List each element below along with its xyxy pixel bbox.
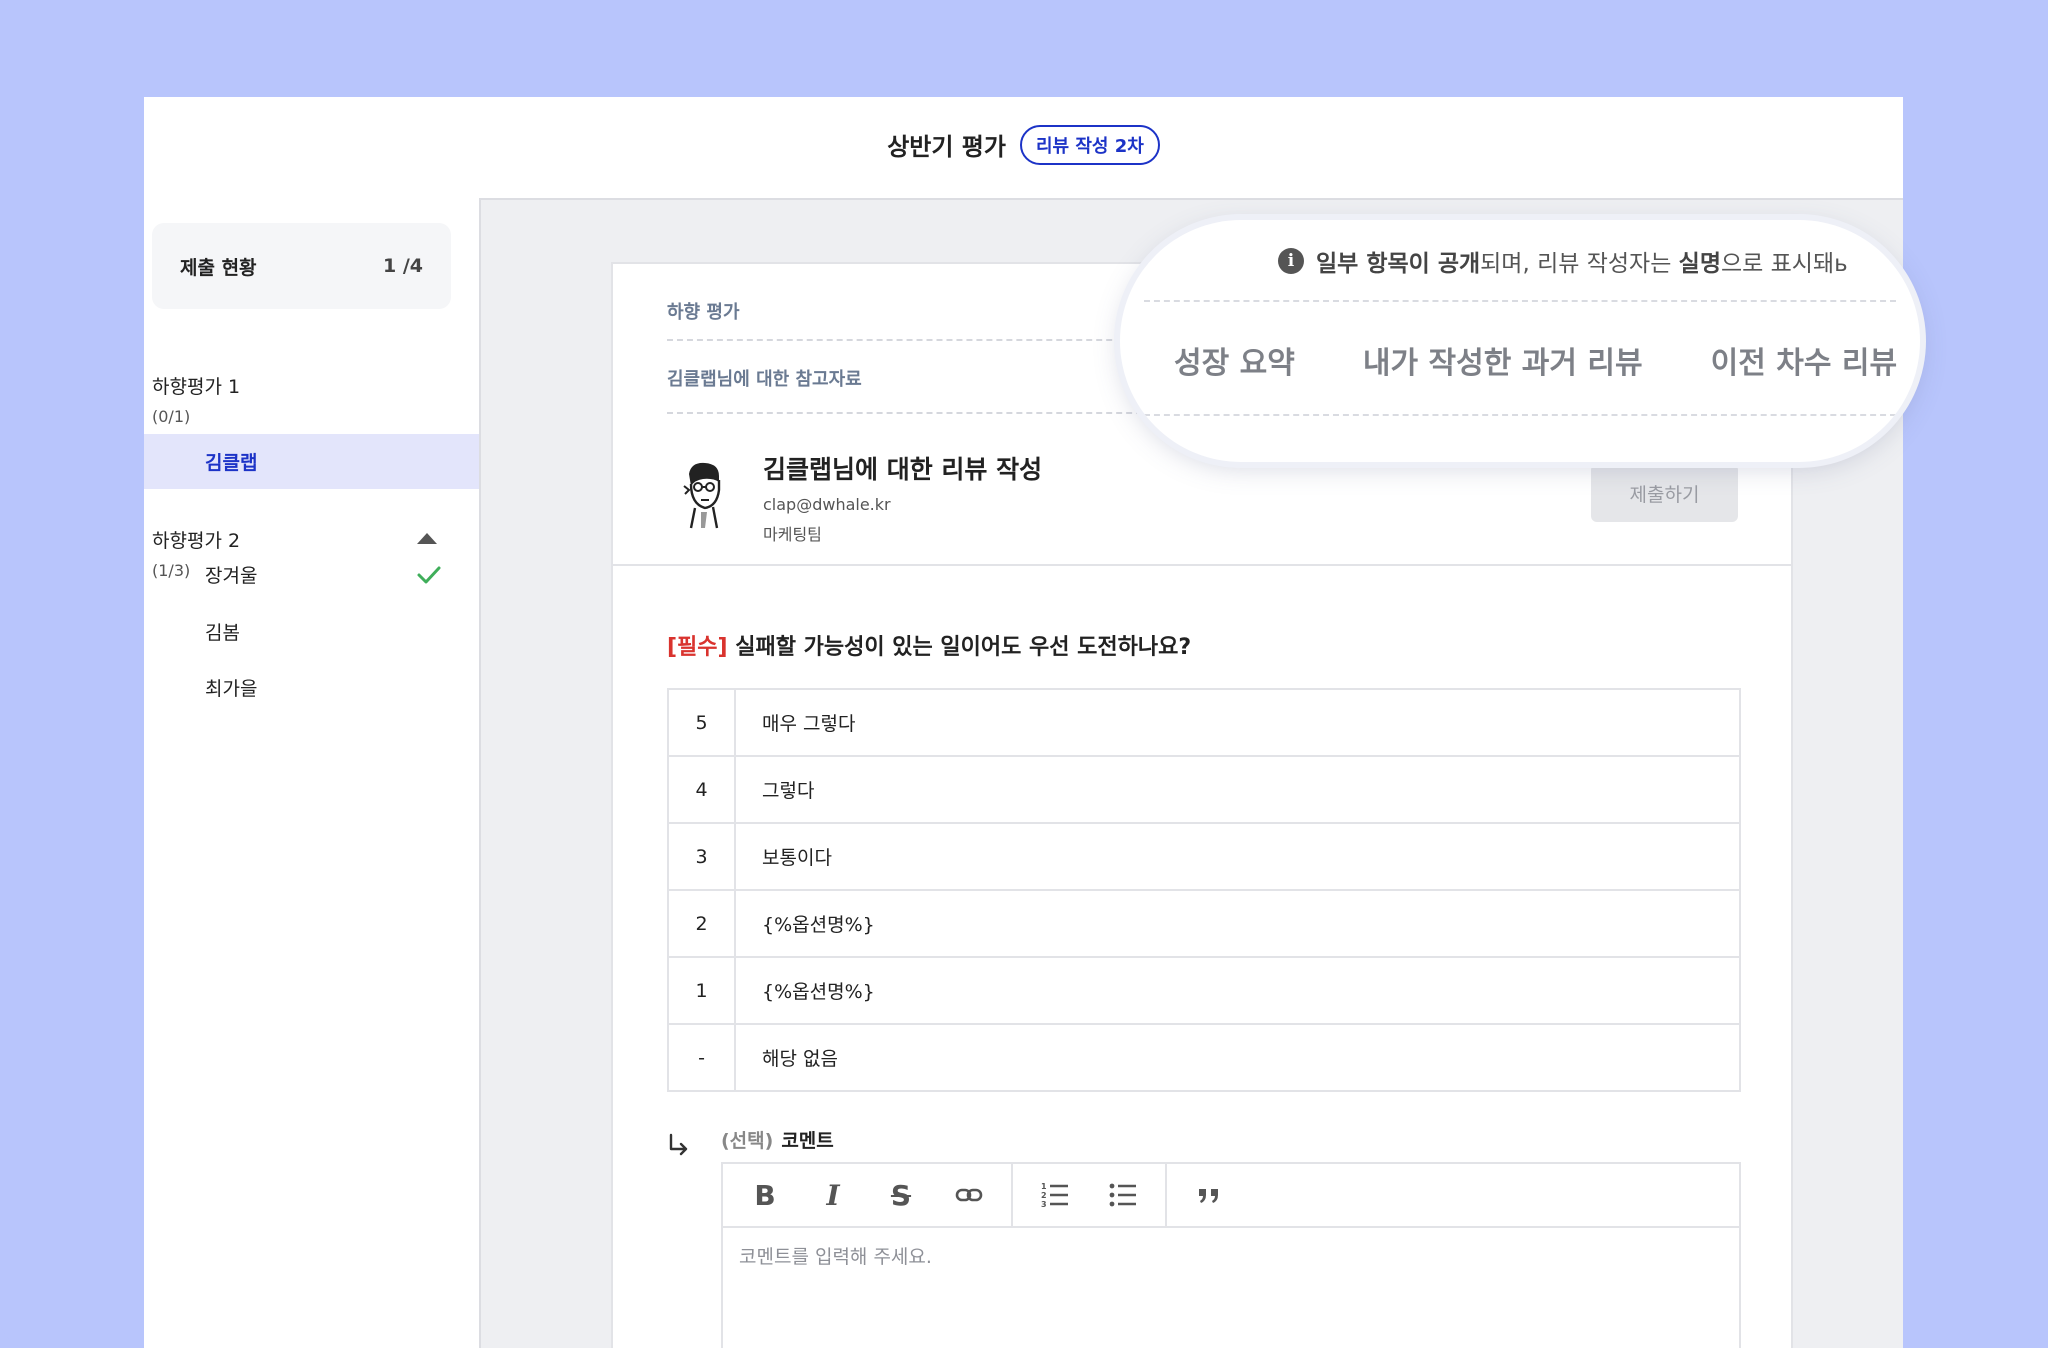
- option-row-1[interactable]: 1 {%옵션명%}: [667, 956, 1741, 1025]
- option-score: 4: [667, 755, 736, 824]
- optional-tag: (선택): [721, 1130, 774, 1152]
- comment-title: 코멘트: [781, 1130, 834, 1152]
- divider: [1144, 300, 1896, 302]
- option-label: 해당 없음: [734, 1023, 1741, 1092]
- sidebar-item-label: 김클랩: [205, 452, 258, 474]
- block-tool-group: [1167, 1163, 1251, 1227]
- option-row-na[interactable]: - 해당 없음: [667, 1023, 1741, 1092]
- link-icon[interactable]: [935, 1163, 1003, 1227]
- option-label: {%옵션명%}: [734, 889, 1741, 958]
- sidebar-item-kimbom[interactable]: 김봄: [144, 604, 479, 659]
- submission-status-card: 제출 현황 1 /4: [152, 223, 451, 309]
- magnified-callout: i 일부 항목이 공개되며, 리뷰 작성자는 실명으로 표시돼ь 성장 요약 내…: [1120, 220, 1920, 462]
- comment-editor: B I S 123: [721, 1162, 1741, 1348]
- page-background: 상반기 평가 리뷰 작성 2차 제출 현황 1 /4 하향평가 1 (0/1) …: [0, 0, 2048, 1348]
- status-label: 제출 현황: [180, 256, 257, 279]
- group-1-header[interactable]: 하향평가 1 (0/1): [152, 372, 240, 426]
- svg-text:3: 3: [1041, 1200, 1047, 1209]
- tab-growth-summary[interactable]: 성장 요약: [1120, 338, 1329, 382]
- svg-text:1: 1: [1041, 1182, 1047, 1191]
- svg-text:2: 2: [1041, 1191, 1047, 1200]
- option-score: 2: [667, 889, 736, 958]
- option-score: 5: [667, 688, 736, 757]
- option-score: 3: [667, 822, 736, 891]
- option-label: 보통이다: [734, 822, 1741, 891]
- page-title: 상반기 평가: [887, 133, 1006, 161]
- comment-label: (선택) 코멘트: [721, 1126, 834, 1153]
- notice-text: 일부 항목이 공개되며, 리뷰 작성자는 실명으로 표시돼ь: [1316, 251, 1848, 277]
- group-title: 하향평가 1: [152, 376, 241, 398]
- answer-options-table: 5 매우 그렇다 4 그렇다 3 보통이다 2 {%옵션명%} 1 {%옵션명%…: [667, 688, 1741, 1092]
- reviewee-email: clap@dwhale.kr: [763, 495, 891, 514]
- sidebar-item-label: 최가을: [205, 678, 258, 700]
- check-icon: [417, 566, 441, 583]
- strikethrough-icon[interactable]: S: [867, 1163, 935, 1227]
- sidebar-item-janggyeoul[interactable]: 장겨울: [144, 547, 479, 602]
- editor-toolbar: B I S 123: [723, 1163, 1739, 1228]
- question-text: [필수] 실패할 가능성이 있는 일이어도 우선 도전하나요?: [667, 629, 1191, 661]
- sidebar-item-kimclap[interactable]: 김클랩: [144, 434, 479, 489]
- comment-input[interactable]: [723, 1228, 1739, 1286]
- option-label: 매우 그렇다: [734, 688, 1741, 757]
- list-tool-group: 123: [1013, 1163, 1167, 1227]
- required-tag: [필수]: [667, 635, 728, 660]
- reference-link[interactable]: 김클랩님에 대한 참고자료: [667, 365, 862, 391]
- option-row-2[interactable]: 2 {%옵션명%}: [667, 889, 1741, 958]
- bullet-list-icon[interactable]: [1089, 1163, 1157, 1227]
- reference-tabs: 성장 요약 내가 작성한 과거 리뷰 이전 차수 리뷰: [1120, 320, 1920, 400]
- option-score: 1: [667, 956, 736, 1025]
- sidebar-item-label: 장겨울: [205, 565, 258, 587]
- option-row-3[interactable]: 3 보통이다: [667, 822, 1741, 891]
- italic-icon[interactable]: I: [799, 1163, 867, 1227]
- reviewee-title: 김클랩님에 대한 리뷰 작성: [763, 455, 1043, 484]
- section-label: 하향 평가: [667, 302, 740, 323]
- tab-my-past-reviews[interactable]: 내가 작성한 과거 리뷰: [1329, 338, 1677, 382]
- option-label: {%옵션명%}: [734, 956, 1741, 1025]
- divider: [613, 564, 1791, 566]
- reviewee-team: 마케팅팀: [763, 525, 822, 544]
- sidebar-item-choegaeul[interactable]: 최가을: [144, 660, 479, 715]
- bold-icon[interactable]: B: [731, 1163, 799, 1227]
- option-row-5[interactable]: 5 매우 그렇다: [667, 688, 1741, 757]
- round-badge: 리뷰 작성 2차: [1019, 124, 1160, 165]
- tab-previous-round-reviews[interactable]: 이전 차수 리뷰: [1677, 338, 1920, 382]
- ordered-list-icon[interactable]: 123: [1021, 1163, 1089, 1227]
- option-label: 그렇다: [734, 755, 1741, 824]
- status-count: 1 /4: [383, 255, 423, 277]
- option-score: -: [667, 1023, 736, 1092]
- header: 상반기 평가 리뷰 작성 2차: [144, 97, 1903, 198]
- sidebar-item-label: 김봄: [205, 622, 240, 644]
- sidebar: 제출 현황 1 /4 하향평가 1 (0/1) 김클랩 하향평가 2 (1/3)…: [144, 198, 479, 1348]
- submit-button[interactable]: 제출하기: [1591, 464, 1738, 522]
- format-tool-group: B I S: [723, 1163, 1013, 1227]
- collapse-up-icon[interactable]: [417, 533, 437, 544]
- quote-icon[interactable]: [1175, 1163, 1243, 1227]
- avatar: [683, 462, 721, 529]
- option-row-4[interactable]: 4 그렇다: [667, 755, 1741, 824]
- group-progress: (0/1): [152, 407, 191, 426]
- divider: [1144, 414, 1896, 416]
- info-icon: i: [1278, 248, 1304, 274]
- question-label: 실패할 가능성이 있는 일이어도 우선 도전하나요?: [727, 635, 1192, 660]
- visibility-notice: i 일부 항목이 공개되며, 리뷰 작성자는 실명으로 표시돼ь: [1278, 244, 1848, 278]
- sub-arrow-icon: [669, 1133, 688, 1156]
